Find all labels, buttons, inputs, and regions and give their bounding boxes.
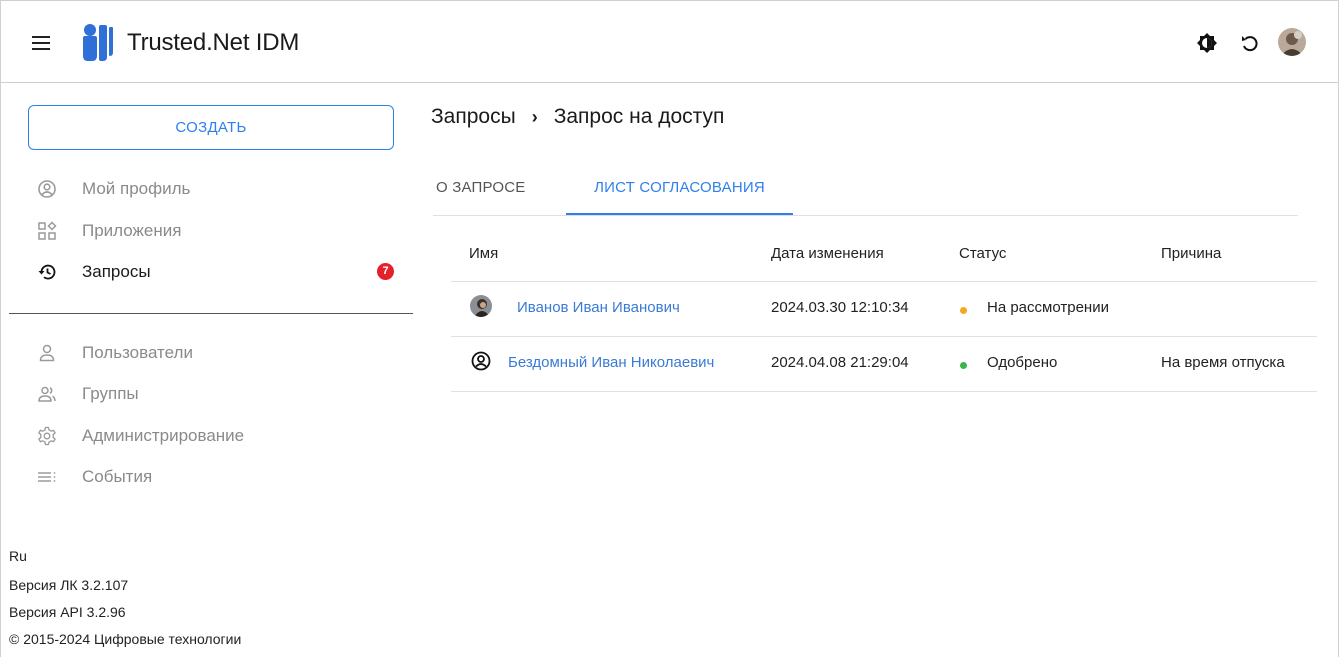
sidebar-divider — [9, 313, 413, 314]
sidebar-item-administration[interactable]: Администрирование — [37, 424, 407, 448]
breadcrumb-parent[interactable]: Запросы — [431, 105, 516, 129]
sidebar-item-label: Запросы — [82, 262, 151, 281]
sidebar-item-label: Администрирование — [82, 426, 245, 445]
tab-approval-sheet[interactable]: ЛИСТ СОГЛАСОВАНИЯ — [566, 169, 793, 215]
date-cell: 2024.04.08 21:29:04 — [771, 354, 909, 371]
status-cell: Одобрено — [987, 354, 1058, 371]
sidebar-item-label: События — [82, 467, 153, 486]
user-icon — [39, 344, 55, 362]
version-lk: Версия ЛК 3.2.107 — [9, 577, 129, 593]
column-header-status: Статус — [959, 245, 1007, 262]
user-name-link[interactable]: Иванов Иван Иванович — [517, 299, 680, 316]
logo-icon — [83, 24, 113, 61]
tab-about-request[interactable]: О ЗАПРОСЕ — [433, 169, 563, 215]
table-bottom-divider — [451, 391, 1317, 392]
status-dot-approved — [960, 362, 967, 369]
apps-icon — [38, 221, 57, 240]
chevron-right-icon: › — [531, 106, 538, 127]
sidebar-item-profile[interactable]: Мой профиль — [37, 177, 407, 201]
app-header: Trusted.Net IDM — [1, 1, 1338, 83]
sidebar-item-label: Пользователи — [82, 343, 193, 362]
theme-toggle-icon[interactable] — [1195, 31, 1219, 55]
sidebar: СОЗДАТЬ Мой профиль Приложения Запросы 7… — [1, 84, 416, 657]
column-header-reason: Причина — [1161, 245, 1222, 262]
version-api: Версия API 3.2.96 — [9, 604, 126, 620]
group-icon — [38, 386, 56, 402]
sidebar-item-events[interactable]: События — [37, 465, 407, 489]
user-avatar[interactable] — [1278, 28, 1306, 56]
hamburger-menu-icon[interactable] — [32, 36, 50, 50]
user-photo-avatar — [470, 295, 492, 317]
sidebar-item-groups[interactable]: Группы — [37, 382, 407, 406]
sidebar-item-label: Группы — [82, 384, 139, 403]
app-window: Trusted.Net IDM СОЗДАТЬ Мой профиль Прил… — [0, 0, 1339, 657]
status-cell: На рассмотрении — [987, 299, 1109, 316]
table-row: Иванов Иван Иванович 2024.03.30 12:10:34… — [451, 281, 1317, 336]
reason-cell: На время отпуска — [1161, 354, 1285, 371]
requests-count-badge: 7 — [377, 263, 394, 280]
sidebar-item-users[interactable]: Пользователи — [37, 341, 407, 365]
profile-icon — [471, 351, 491, 371]
breadcrumb-current: Запрос на доступ — [553, 105, 725, 128]
copyright: © 2015-2024 Цифровые технологии — [9, 631, 242, 647]
sidebar-item-label: Приложения — [82, 221, 182, 240]
sidebar-item-label: Мой профиль — [82, 179, 191, 198]
table-row: Бездомный Иван Николаевич 2024.04.08 21:… — [451, 336, 1317, 391]
refresh-icon[interactable] — [1238, 31, 1262, 55]
sidebar-item-apps[interactable]: Приложения — [37, 219, 407, 243]
status-dot-pending — [960, 307, 967, 314]
date-cell: 2024.03.30 12:10:34 — [771, 299, 909, 316]
create-button[interactable]: СОЗДАТЬ — [28, 105, 394, 150]
column-header-name: Имя — [469, 245, 499, 262]
profile-icon — [38, 180, 56, 198]
history-icon — [38, 264, 56, 280]
breadcrumb: Запросы › Запрос на доступ — [431, 105, 724, 129]
events-icon — [38, 472, 56, 482]
app-title: Trusted.Net IDM — [127, 29, 300, 56]
language-switch[interactable]: Ru — [9, 548, 27, 564]
settings-icon — [38, 426, 56, 446]
column-header-date: Дата изменения — [771, 245, 884, 262]
user-name-link[interactable]: Бездомный Иван Николаевич — [508, 354, 714, 371]
tabs: О ЗАПРОСЕ ЛИСТ СОГЛАСОВАНИЯ — [433, 169, 1298, 216]
sidebar-item-requests[interactable]: Запросы 7 — [37, 260, 407, 284]
